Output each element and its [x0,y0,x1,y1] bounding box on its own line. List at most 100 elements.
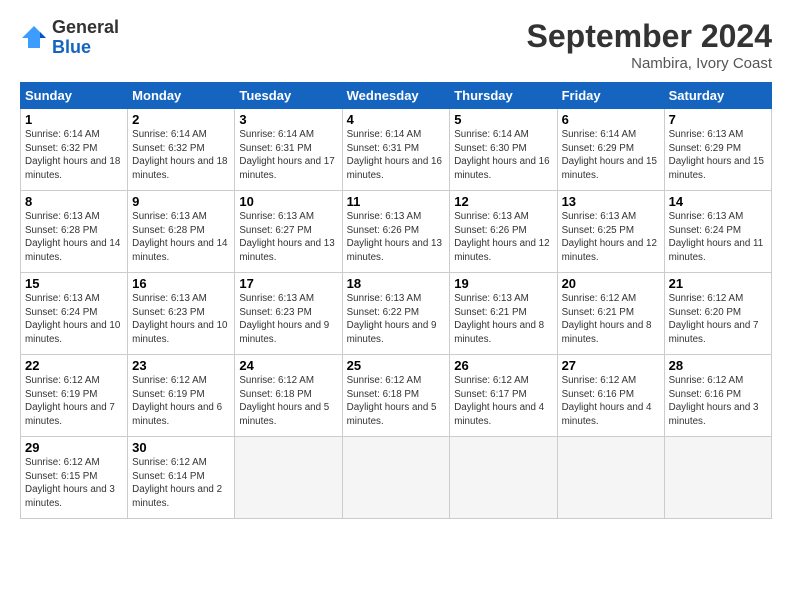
day-cell: 30 Sunrise: 6:12 AM Sunset: 6:14 PM Dayl… [128,437,235,519]
location: Nambira, Ivory Coast [527,55,772,72]
calendar-body: 1 Sunrise: 6:14 AM Sunset: 6:32 PM Dayli… [21,109,772,519]
day-info: Sunrise: 6:13 AM Sunset: 6:26 PM Dayligh… [454,210,552,265]
day-number: 30 [132,440,230,455]
day-info: Sunrise: 6:12 AM Sunset: 6:15 PM Dayligh… [25,456,123,511]
day-info: Sunrise: 6:14 AM Sunset: 6:32 PM Dayligh… [132,128,230,183]
day-info: Sunrise: 6:14 AM Sunset: 6:32 PM Dayligh… [25,128,123,183]
day-number: 16 [132,276,230,291]
day-cell: 5 Sunrise: 6:14 AM Sunset: 6:30 PM Dayli… [450,109,557,191]
day-number: 25 [347,358,446,373]
col-wednesday: Wednesday [342,83,450,109]
day-cell: 29 Sunrise: 6:12 AM Sunset: 6:15 PM Dayl… [21,437,128,519]
col-thursday: Thursday [450,83,557,109]
title-block: September 2024 Nambira, Ivory Coast [527,18,772,72]
day-cell: 1 Sunrise: 6:14 AM Sunset: 6:32 PM Dayli… [21,109,128,191]
day-number: 8 [25,194,123,209]
day-number: 19 [454,276,552,291]
day-number: 18 [347,276,446,291]
page-container: General Blue September 2024 Nambira, Ivo… [0,0,792,529]
day-cell: 26 Sunrise: 6:12 AM Sunset: 6:17 PM Dayl… [450,355,557,437]
day-number: 14 [669,194,767,209]
day-number: 26 [454,358,552,373]
logo-icon [20,24,48,52]
logo-text: General Blue [52,18,119,58]
day-cell: 10 Sunrise: 6:13 AM Sunset: 6:27 PM Dayl… [235,191,342,273]
col-sunday: Sunday [21,83,128,109]
day-number: 17 [239,276,337,291]
day-info: Sunrise: 6:12 AM Sunset: 6:16 PM Dayligh… [669,374,767,429]
day-number: 4 [347,112,446,127]
day-number: 1 [25,112,123,127]
day-cell: 23 Sunrise: 6:12 AM Sunset: 6:19 PM Dayl… [128,355,235,437]
day-info: Sunrise: 6:13 AM Sunset: 6:23 PM Dayligh… [132,292,230,347]
day-info: Sunrise: 6:12 AM Sunset: 6:19 PM Dayligh… [25,374,123,429]
week-row-3: 15 Sunrise: 6:13 AM Sunset: 6:24 PM Dayl… [21,273,772,355]
day-cell: 22 Sunrise: 6:12 AM Sunset: 6:19 PM Dayl… [21,355,128,437]
day-number: 2 [132,112,230,127]
day-number: 15 [25,276,123,291]
day-cell: 13 Sunrise: 6:13 AM Sunset: 6:25 PM Dayl… [557,191,664,273]
day-info: Sunrise: 6:12 AM Sunset: 6:16 PM Dayligh… [562,374,660,429]
calendar-table: Sunday Monday Tuesday Wednesday Thursday… [20,82,772,519]
day-cell: 8 Sunrise: 6:13 AM Sunset: 6:28 PM Dayli… [21,191,128,273]
week-row-1: 1 Sunrise: 6:14 AM Sunset: 6:32 PM Dayli… [21,109,772,191]
month-title: September 2024 [527,18,772,55]
day-info: Sunrise: 6:12 AM Sunset: 6:21 PM Dayligh… [562,292,660,347]
day-cell: 3 Sunrise: 6:14 AM Sunset: 6:31 PM Dayli… [235,109,342,191]
day-number: 23 [132,358,230,373]
day-info: Sunrise: 6:12 AM Sunset: 6:19 PM Dayligh… [132,374,230,429]
calendar-header-row: Sunday Monday Tuesday Wednesday Thursday… [21,83,772,109]
day-info: Sunrise: 6:12 AM Sunset: 6:18 PM Dayligh… [347,374,446,429]
day-info: Sunrise: 6:14 AM Sunset: 6:30 PM Dayligh… [454,128,552,183]
week-row-5: 29 Sunrise: 6:12 AM Sunset: 6:15 PM Dayl… [21,437,772,519]
week-row-2: 8 Sunrise: 6:13 AM Sunset: 6:28 PM Dayli… [21,191,772,273]
day-cell: 18 Sunrise: 6:13 AM Sunset: 6:22 PM Dayl… [342,273,450,355]
col-monday: Monday [128,83,235,109]
col-tuesday: Tuesday [235,83,342,109]
day-info: Sunrise: 6:12 AM Sunset: 6:14 PM Dayligh… [132,456,230,511]
logo-general: General [52,18,119,38]
empty-cell [557,437,664,519]
day-info: Sunrise: 6:12 AM Sunset: 6:20 PM Dayligh… [669,292,767,347]
day-cell: 2 Sunrise: 6:14 AM Sunset: 6:32 PM Dayli… [128,109,235,191]
day-info: Sunrise: 6:13 AM Sunset: 6:23 PM Dayligh… [239,292,337,347]
day-info: Sunrise: 6:14 AM Sunset: 6:29 PM Dayligh… [562,128,660,183]
day-info: Sunrise: 6:13 AM Sunset: 6:28 PM Dayligh… [132,210,230,265]
day-number: 9 [132,194,230,209]
day-cell: 7 Sunrise: 6:13 AM Sunset: 6:29 PM Dayli… [664,109,771,191]
col-saturday: Saturday [664,83,771,109]
day-cell: 6 Sunrise: 6:14 AM Sunset: 6:29 PM Dayli… [557,109,664,191]
empty-cell [235,437,342,519]
day-info: Sunrise: 6:13 AM Sunset: 6:24 PM Dayligh… [25,292,123,347]
day-number: 28 [669,358,767,373]
day-info: Sunrise: 6:12 AM Sunset: 6:17 PM Dayligh… [454,374,552,429]
day-info: Sunrise: 6:14 AM Sunset: 6:31 PM Dayligh… [239,128,337,183]
day-cell: 20 Sunrise: 6:12 AM Sunset: 6:21 PM Dayl… [557,273,664,355]
empty-cell [664,437,771,519]
day-number: 5 [454,112,552,127]
day-cell: 14 Sunrise: 6:13 AM Sunset: 6:24 PM Dayl… [664,191,771,273]
day-info: Sunrise: 6:13 AM Sunset: 6:22 PM Dayligh… [347,292,446,347]
day-number: 12 [454,194,552,209]
day-cell: 24 Sunrise: 6:12 AM Sunset: 6:18 PM Dayl… [235,355,342,437]
day-info: Sunrise: 6:13 AM Sunset: 6:29 PM Dayligh… [669,128,767,183]
day-cell: 21 Sunrise: 6:12 AM Sunset: 6:20 PM Dayl… [664,273,771,355]
day-info: Sunrise: 6:13 AM Sunset: 6:24 PM Dayligh… [669,210,767,265]
empty-cell [342,437,450,519]
day-info: Sunrise: 6:13 AM Sunset: 6:26 PM Dayligh… [347,210,446,265]
day-info: Sunrise: 6:13 AM Sunset: 6:27 PM Dayligh… [239,210,337,265]
day-info: Sunrise: 6:13 AM Sunset: 6:21 PM Dayligh… [454,292,552,347]
day-cell: 9 Sunrise: 6:13 AM Sunset: 6:28 PM Dayli… [128,191,235,273]
day-number: 11 [347,194,446,209]
day-number: 22 [25,358,123,373]
day-info: Sunrise: 6:13 AM Sunset: 6:28 PM Dayligh… [25,210,123,265]
day-number: 6 [562,112,660,127]
day-number: 20 [562,276,660,291]
day-cell: 17 Sunrise: 6:13 AM Sunset: 6:23 PM Dayl… [235,273,342,355]
day-cell: 28 Sunrise: 6:12 AM Sunset: 6:16 PM Dayl… [664,355,771,437]
week-row-4: 22 Sunrise: 6:12 AM Sunset: 6:19 PM Dayl… [21,355,772,437]
day-number: 27 [562,358,660,373]
day-info: Sunrise: 6:14 AM Sunset: 6:31 PM Dayligh… [347,128,446,183]
day-cell: 4 Sunrise: 6:14 AM Sunset: 6:31 PM Dayli… [342,109,450,191]
logo: General Blue [20,18,119,58]
